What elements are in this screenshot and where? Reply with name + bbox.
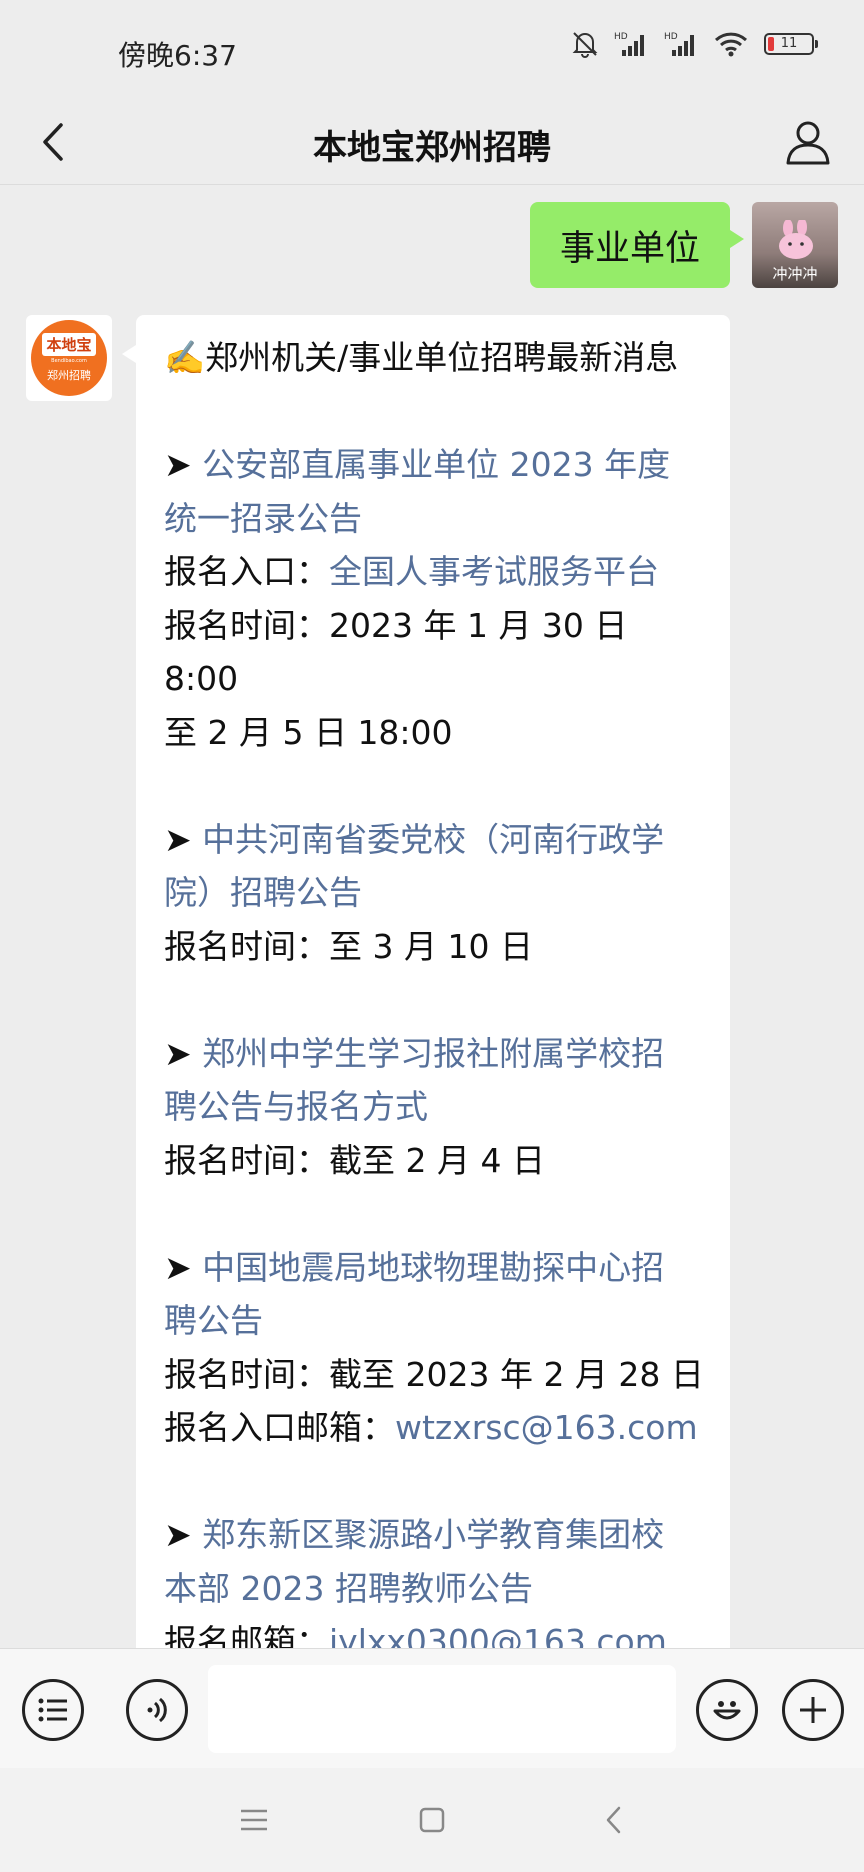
notice-info: 报名时间：至 3 月 10 日 (164, 926, 533, 966)
status-icons: HD HD 11 (572, 30, 818, 58)
arrow-icon: ➤ (164, 445, 192, 484)
message-title: ✍️郑州机关/事业单位招聘最新消息 (164, 338, 679, 377)
chat-header: 本地宝郑州招聘 (0, 100, 864, 185)
notice-info: 报名时间：截至 2023 年 2 月 28 日 (164, 1354, 704, 1394)
notice-title: ➤ 中共河南省委党校（河南行政学 (164, 813, 704, 867)
nav-menu-button[interactable] (232, 1798, 276, 1842)
nav-home-button[interactable] (410, 1798, 454, 1842)
info-link[interactable]: 全国人事考试服务平台 (329, 552, 659, 591)
menu-list-icon (38, 1698, 67, 1722)
notice-info: 报名入口：全国人事考试服务平台 (164, 552, 659, 591)
notice-link[interactable]: 聘公告与报名方式 (164, 1087, 428, 1126)
user-nickname: 冲冲冲 (772, 265, 818, 283)
chat-info-button[interactable] (782, 112, 834, 172)
page-title: 本地宝郑州招聘 (313, 128, 551, 168)
battery-level: 11 (780, 36, 798, 51)
bunny-icon (779, 220, 813, 259)
hd-badge: HD (664, 32, 678, 42)
notice-info: 报名时间：2023 年 1 月 30 日 8:00 (164, 605, 628, 699)
nav-back-icon (606, 1806, 621, 1834)
nav-home-icon (419, 1807, 445, 1833)
signal-icon: HD (664, 32, 694, 56)
bot-message-bubble: ✍️郑州机关/事业单位招聘最新消息 ➤ 公安部直属事业单位 2023 年度 统一… (122, 315, 730, 1648)
voice-button[interactable] (126, 1679, 188, 1741)
hd-badge: HD (614, 32, 628, 42)
input-bar (0, 1648, 864, 1769)
more-button[interactable] (782, 1679, 844, 1741)
emoji-button[interactable] (696, 1679, 758, 1741)
arrow-icon: ➤ (164, 1515, 192, 1554)
email-link[interactable]: jylxx0300@163.com (329, 1622, 667, 1648)
system-nav-bar (0, 1768, 864, 1872)
notice-info: 报名入口邮箱：wtzxrsc@163.com (164, 1408, 698, 1447)
bendibao-logo: 本地宝 Bendibao.com 郑州招聘 (31, 320, 107, 396)
signal-icon: HD (614, 32, 644, 56)
notice-link[interactable]: 院）招聘公告 (164, 873, 362, 912)
notice-link[interactable]: 公安部直属事业单位 2023 年度 (202, 445, 670, 484)
notice-title: ➤ 郑东新区聚源路小学教育集团校 (164, 1508, 704, 1562)
arrow-icon: ➤ (164, 1033, 192, 1073)
notice-link[interactable]: 郑东新区聚源路小学教育集团校 (202, 1515, 664, 1554)
bot-avatar[interactable]: 本地宝 Bendibao.com 郑州招聘 (26, 315, 112, 401)
battery-icon: 11 (764, 33, 818, 55)
status-time: 傍晚6:37 (118, 39, 237, 72)
message-input[interactable] (208, 1665, 676, 1753)
emoji-icon (713, 1701, 741, 1720)
notice-link[interactable]: 本部 2023 招聘教师公告 (164, 1569, 533, 1608)
menu-button[interactable] (22, 1679, 84, 1741)
nav-menu-icon (241, 1809, 267, 1831)
plus-icon (800, 1697, 826, 1723)
arrow-icon: ➤ (164, 1247, 192, 1287)
notice-link[interactable]: 统一招录公告 (164, 499, 362, 538)
notice-info: 报名时间：截至 2 月 4 日 (164, 1140, 545, 1180)
writing-hand-icon: ✍️ (164, 338, 206, 377)
notice-title: ➤ 公安部直属事业单位 2023 年度 (164, 438, 704, 492)
notice-info: 至 2 月 5 日 18:00 (164, 712, 453, 752)
voice-icon (147, 1697, 167, 1723)
person-icon (786, 121, 830, 165)
notice-link[interactable]: 聘公告 (164, 1301, 263, 1340)
notice-title: ➤ 中国地震局地球物理勘探中心招 (164, 1241, 704, 1295)
notice-link[interactable]: 中共河南省委党校（河南行政学 (202, 820, 664, 859)
status-bar: 傍晚6:37 HD HD 11 (0, 0, 864, 100)
wifi-icon (714, 32, 748, 57)
user-avatar[interactable]: 冲冲冲 (752, 202, 838, 288)
notice-title: ➤ 郑州中学生学习报社附属学校招 (164, 1027, 704, 1081)
chat-area[interactable]: 事业单位 冲冲冲 本地宝 Bendibao.com 郑州招聘 ✍️郑州机关/事业… (0, 185, 864, 1648)
notice-link[interactable]: 郑州中学生学习报社附属学校招 (202, 1034, 664, 1073)
user-message-text: 事业单位 (559, 228, 700, 269)
mute-bell-icon (572, 32, 598, 58)
email-link[interactable]: wtzxrsc@163.com (395, 1408, 698, 1447)
notice-info: 报名邮箱：jylxx0300@163.com (164, 1615, 704, 1648)
notice-link[interactable]: 中国地震局地球物理勘探中心招 (202, 1248, 664, 1287)
arrow-icon: ➤ (164, 819, 192, 859)
nav-back-button[interactable] (592, 1798, 636, 1842)
user-message-bubble[interactable]: 事业单位 (530, 202, 744, 288)
